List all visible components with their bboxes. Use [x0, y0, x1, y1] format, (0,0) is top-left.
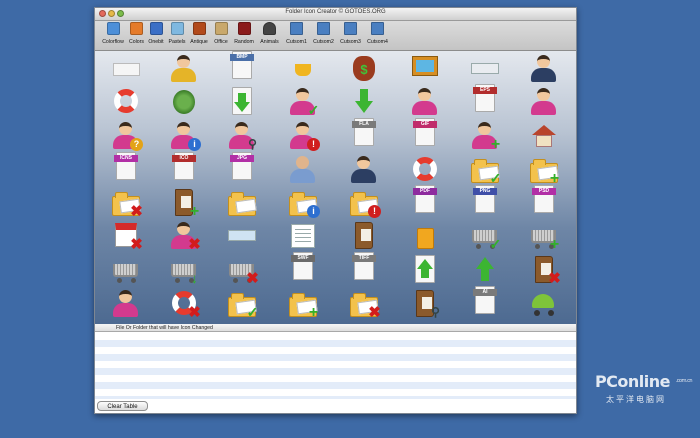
toolbar-office[interactable]: Office [211, 22, 231, 45]
icns-file-icon[interactable]: ICNS [109, 152, 143, 182]
folder-add-icon[interactable]: + [527, 155, 561, 187]
cart-check-icon[interactable]: ✓ [468, 221, 502, 251]
folder-check-icon[interactable]: ✓ [468, 155, 502, 185]
bmp-file-icon[interactable]: BMP [225, 51, 259, 81]
user-check-icon[interactable]: ✓ [286, 87, 320, 117]
fla-file-icon[interactable]: FLA [347, 118, 381, 148]
toolbar-custom4[interactable]: Cutsom4 [364, 22, 391, 45]
toolbar: Colorflow Colors Onebit Pastels Antique … [95, 21, 576, 51]
folder-icon [317, 22, 330, 35]
toolbar-custom1[interactable]: Cutsom1 [283, 22, 310, 45]
toolbar-custom2[interactable]: Cutsom2 [310, 22, 337, 45]
toolbar-custom3[interactable]: Cutsom3 [337, 22, 364, 45]
folder-remove-icon[interactable]: ✖ [109, 188, 143, 219]
eps-file-icon[interactable]: EPS [468, 84, 502, 114]
gif-file-icon[interactable]: GIF [408, 118, 442, 148]
toolbar-pastels[interactable]: Pastels [166, 22, 188, 45]
user-default-icon[interactable] [286, 155, 320, 185]
folder-remove-2-icon[interactable]: ✖ [347, 289, 381, 320]
document-lines-icon[interactable] [286, 221, 320, 251]
folder-add-2-icon[interactable]: + [286, 289, 320, 321]
keyboard-icon[interactable] [468, 54, 502, 84]
lifebuoy-help-icon[interactable] [109, 87, 143, 117]
random-icon [237, 22, 251, 35]
cart-add-icon[interactable]: + [527, 221, 561, 253]
road-icon[interactable] [167, 87, 201, 117]
pdf-file-icon[interactable]: PDF [408, 185, 442, 215]
address-book-search-icon[interactable]: ⚲ [408, 289, 442, 319]
user-add-icon[interactable]: + [468, 121, 502, 153]
antique-icon [192, 22, 206, 35]
download-arrow-icon[interactable] [347, 87, 381, 117]
money-bag-icon[interactable]: $ [347, 54, 381, 84]
text-field-icon[interactable] [225, 221, 259, 251]
colors-icon [130, 22, 143, 35]
toolbar-colors[interactable]: Colors [127, 22, 146, 45]
users-group-icon[interactable] [527, 54, 561, 84]
pconline-watermark: PConline .com.cn [594, 372, 693, 391]
title-bar: Folder Icon Creator © GOTOES.ORG [95, 8, 576, 21]
ai-file-icon[interactable]: AI [468, 286, 502, 316]
folder-icon [371, 22, 384, 35]
file-table: File Or Folder that will have Icon Chang… [95, 324, 576, 413]
user-search-icon[interactable]: ⚲ [225, 121, 259, 151]
folder-check-2-icon[interactable]: ✓ [225, 289, 259, 319]
shopping-bag-icon[interactable] [408, 221, 442, 251]
toolbar-colorflow[interactable]: Colorflow [98, 22, 128, 45]
folder-warning-icon[interactable]: ! [347, 188, 381, 218]
lifebuoy-remove-icon[interactable]: ✖ [167, 289, 201, 320]
folder-info-icon[interactable]: i [286, 188, 320, 218]
toolbar-antique[interactable]: Antique [188, 22, 210, 45]
user-warning-icon[interactable]: ! [286, 121, 320, 151]
home-icon[interactable] [527, 121, 561, 151]
calendar-remove-icon[interactable]: ✖ [109, 221, 143, 252]
user-man-icon[interactable] [347, 155, 381, 185]
address-book-remove-icon[interactable]: ✖ [527, 255, 561, 286]
icon-grid: BMP $ ✓ EPS ? i ⚲ ! FLA GIF + ICNS ICO J… [95, 51, 576, 324]
flat-drive-icon[interactable] [109, 54, 143, 84]
address-book-edit-icon[interactable] [347, 221, 381, 251]
clear-table-button[interactable]: Clear Table [97, 401, 148, 411]
pastels-icon [170, 22, 184, 35]
user-help-icon[interactable]: ? [109, 121, 143, 151]
coffee-cup-icon[interactable] [286, 54, 320, 84]
download-document-icon[interactable] [225, 87, 259, 117]
user-woman-2-icon[interactable] [109, 289, 143, 319]
folder-open-icon[interactable] [225, 188, 259, 218]
table-column-header[interactable]: File Or Folder that will have Icon Chang… [95, 324, 576, 332]
cart-remove-icon[interactable]: ✖ [225, 255, 259, 286]
cart-download-icon[interactable]: ↓ [167, 255, 201, 285]
cart-icon[interactable] [109, 255, 143, 285]
user-remove-icon[interactable]: ✖ [167, 221, 201, 252]
folder-icon [344, 22, 357, 35]
psd-file-icon[interactable]: PSD [527, 185, 561, 215]
user-info-icon[interactable]: i [167, 121, 201, 151]
user-yellow-icon[interactable] [167, 54, 201, 84]
table-rows[interactable] [95, 333, 576, 399]
toolbar-animals[interactable]: Animals [256, 22, 283, 45]
address-book-add-icon[interactable]: + [167, 188, 201, 220]
jpg-file-icon[interactable]: JPG [225, 152, 259, 182]
ico-file-icon[interactable]: ICO [167, 152, 201, 182]
users-pair-icon[interactable] [527, 87, 561, 117]
toolbar-onebit[interactable]: Onebit [147, 22, 165, 45]
photo-screen-icon[interactable] [408, 54, 442, 84]
user-woman-icon[interactable] [408, 87, 442, 117]
animals-icon [263, 22, 276, 35]
upload-arrow-icon[interactable] [468, 255, 502, 285]
colorflow-icon [106, 22, 120, 35]
swf-file-icon[interactable]: SWF [286, 252, 320, 282]
png-file-icon[interactable]: PNG [468, 185, 502, 215]
stroller-icon[interactable] [527, 289, 561, 319]
toolbar-random[interactable]: Random [232, 22, 256, 45]
pconline-watermark-tagline: 太平洋电脑网 [606, 395, 666, 404]
onebit-icon [149, 22, 163, 35]
folder-icon [290, 22, 303, 35]
app-window: Folder Icon Creator © GOTOES.ORG Colorfl… [94, 7, 577, 414]
upload-document-icon[interactable] [408, 255, 442, 285]
window-title: Folder Icon Creator © GOTOES.ORG [285, 9, 386, 15]
tiff-file-icon[interactable]: TIFF [347, 252, 381, 282]
lifebuoy-user-icon[interactable] [408, 155, 442, 185]
office-icon [214, 22, 228, 35]
